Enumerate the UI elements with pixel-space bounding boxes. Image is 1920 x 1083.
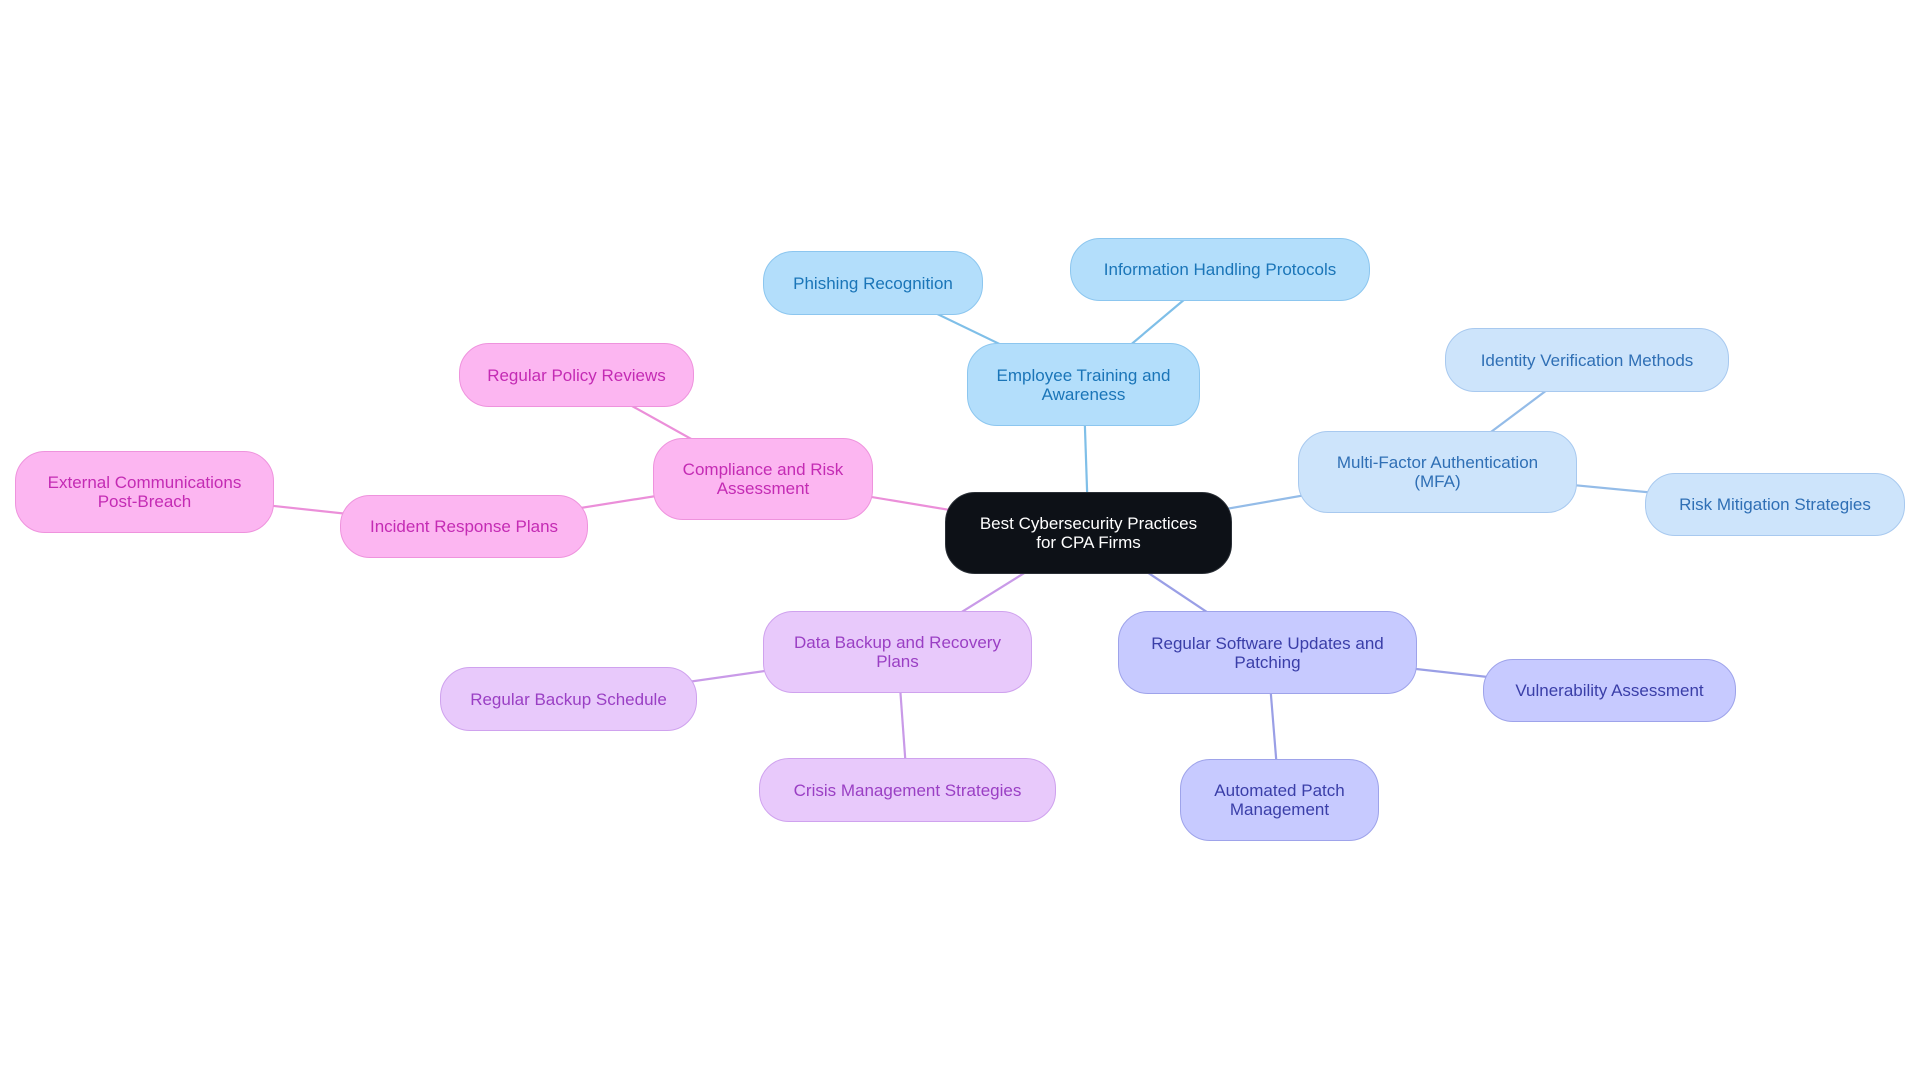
branch-label-line2: (MFA) [1414,472,1461,491]
leaf-node-automated-patch[interactable]: Automated Patch Management [1180,759,1379,841]
branch-node-compliance[interactable]: Compliance and Risk Assessment [653,438,873,520]
branch-label-line1: Multi-Factor Authentication [1336,453,1539,472]
leaf-node-phishing-recognition[interactable]: Phishing Recognition [763,251,983,315]
branch-label-line2: Assessment [716,479,810,498]
leaf-node-risk-mitigation[interactable]: Risk Mitigation Strategies [1645,473,1905,536]
leaf-node-backup-schedule[interactable]: Regular Backup Schedule [440,667,697,731]
leaf-label-line1: External Communications [47,473,242,492]
leaf-label: Phishing Recognition [793,273,953,293]
branch-node-data-backup[interactable]: Data Backup and Recovery Plans [763,611,1032,693]
leaf-node-external-communications[interactable]: External Communications Post-Breach [15,451,274,533]
leaf-label: Regular Backup Schedule [470,689,667,709]
branch-label-line1: Employee Training and [996,365,1171,385]
branch-label-line2: Plans [876,652,919,671]
leaf-label-line2: Post-Breach [97,492,192,511]
node-label: Incident Response Plans [369,517,559,536]
leaf-label: Information Handling Protocols [1103,260,1337,279]
root-node[interactable]: Best Cybersecurity Practices for CPA Fir… [945,492,1232,574]
branch-node-software-updates[interactable]: Regular Software Updates and Patching [1118,611,1417,694]
root-label-line1: Best Cybersecurity Practices [979,514,1198,533]
leaf-label: Risk Mitigation Strategies [1679,495,1871,514]
branch-label-line1: Data Backup and Recovery [794,633,1001,652]
branch-label-line1: Regular Software Updates and [1151,633,1384,653]
branch-label-line1: Compliance and Risk [682,460,844,479]
leaf-node-information-handling[interactable]: Information Handling Protocols [1070,238,1370,301]
leaf-label-line1: Automated Patch [1214,781,1345,800]
leaf-label: Regular Policy Reviews [487,365,666,385]
branch-node-mfa[interactable]: Multi-Factor Authentication (MFA) [1298,431,1577,513]
branch-node-employee-training[interactable]: Employee Training and Awareness [967,343,1200,426]
leaf-label: Vulnerability Assessment [1515,681,1704,700]
leaf-label: Identity Verification Methods [1480,350,1694,370]
root-label-line2: for CPA Firms [1036,533,1141,552]
branch-label-line2: Awareness [1041,384,1126,404]
leaf-label-line2: Management [1229,800,1330,819]
leaf-label: Crisis Management Strategies [793,780,1022,800]
leaf-node-vulnerability-assessment[interactable]: Vulnerability Assessment [1483,659,1736,722]
leaf-node-identity-verification[interactable]: Identity Verification Methods [1445,328,1729,392]
leaf-node-policy-reviews[interactable]: Regular Policy Reviews [459,343,694,407]
branch-label-line2: Patching [1234,652,1301,672]
leaf-node-crisis-management[interactable]: Crisis Management Strategies [759,758,1056,822]
node-incident-response[interactable]: Incident Response Plans [340,495,588,558]
